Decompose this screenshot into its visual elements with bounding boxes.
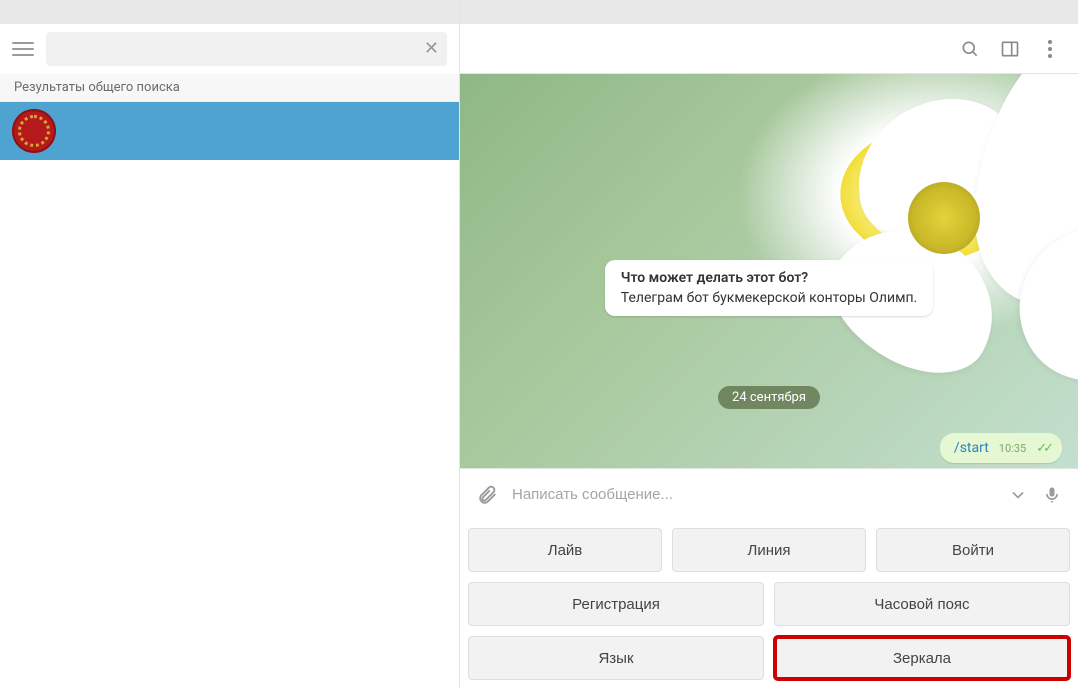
attach-icon[interactable]: [476, 484, 498, 506]
bot-intro-question: Что может делать этот бот?: [621, 270, 917, 286]
outgoing-text: /start: [954, 440, 989, 456]
bot-intro-bubble: Что может делать этот бот? Телеграм бот …: [605, 260, 933, 316]
search-input[interactable]: [46, 32, 447, 66]
commands-icon[interactable]: [1008, 485, 1028, 505]
search-box: ✕: [46, 32, 447, 66]
bot-intro-text: Телеграм бот букмекерской конторы Олимп.: [621, 290, 917, 306]
bot-keyboard: Лайв Линия Войти Регистрация Часовой поя…: [460, 520, 1078, 688]
kb-live-button[interactable]: Лайв: [468, 528, 662, 572]
compose-bar: [460, 468, 1078, 520]
chat-background: Что может делать этот бот? Телеграм бот …: [460, 74, 1078, 468]
search-row: ✕: [0, 24, 459, 74]
messages: Что может делать этот бот? Телеграм бот …: [460, 74, 1078, 468]
chat-header: [460, 24, 1078, 74]
chat-list-item[interactable]: [0, 102, 459, 160]
window-titlebar-right: [460, 0, 1078, 24]
date-separator: 24 сентября: [718, 386, 820, 409]
right-pane: Что может делать этот бот? Телеграм бот …: [460, 0, 1078, 688]
clear-icon[interactable]: ✕: [424, 40, 439, 58]
kb-login-button[interactable]: Войти: [876, 528, 1070, 572]
kb-timezone-button[interactable]: Часовой пояс: [774, 582, 1070, 626]
outgoing-message: /start 10:35 ✓✓: [940, 433, 1062, 463]
kb-language-button[interactable]: Язык: [468, 636, 764, 680]
kb-mirrors-button[interactable]: Зеркала: [774, 636, 1070, 680]
search-icon[interactable]: [960, 39, 980, 59]
menu-icon[interactable]: [12, 38, 34, 60]
read-ticks-icon: ✓✓: [1036, 441, 1050, 456]
more-icon[interactable]: [1040, 39, 1060, 59]
search-results-label: Результаты общего поиска: [0, 74, 459, 102]
outgoing-time: 10:35: [999, 442, 1026, 455]
mic-icon[interactable]: [1042, 485, 1062, 505]
message-input[interactable]: [512, 486, 994, 503]
kb-register-button[interactable]: Регистрация: [468, 582, 764, 626]
sidepanel-icon[interactable]: [1000, 39, 1020, 59]
left-pane: ✕ Результаты общего поиска: [0, 0, 460, 688]
avatar: [12, 109, 56, 153]
kb-line-button[interactable]: Линия: [672, 528, 866, 572]
window-titlebar-left: [0, 0, 459, 24]
